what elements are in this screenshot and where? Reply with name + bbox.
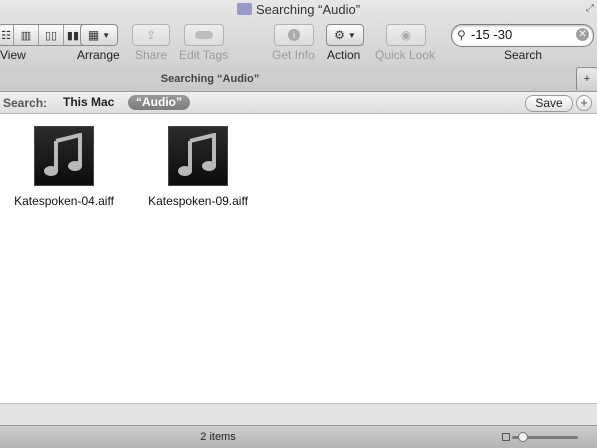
search-scope-bar: Search: This Mac “Audio” Save + <box>0 92 597 114</box>
save-search-button[interactable]: Save <box>525 95 573 112</box>
new-tab-button[interactable]: + <box>576 67 597 90</box>
tab-title[interactable]: Searching “Audio” <box>0 73 420 85</box>
icon-size-slider[interactable] <box>512 432 578 442</box>
list-view-icon[interactable]: ▥ <box>14 25 39 45</box>
icon-size-slider-knob[interactable] <box>518 432 528 442</box>
search-field[interactable]: ⚲ ✕ <box>451 24 594 47</box>
music-note-icon <box>168 126 228 186</box>
share-button[interactable]: ⇪ <box>132 24 170 46</box>
clear-search-icon[interactable]: ✕ <box>576 28 589 41</box>
edit-tags-button[interactable] <box>184 24 224 46</box>
smart-folder-icon <box>236 3 252 15</box>
eye-icon: ◉ <box>400 28 412 42</box>
scope-audio-button[interactable]: “Audio” <box>128 95 190 110</box>
add-criteria-button[interactable]: + <box>576 95 592 111</box>
search-scope-label: Search: <box>3 96 48 110</box>
share-icon: ⇪ <box>145 28 157 42</box>
fullscreen-icon[interactable]: ⤢ <box>586 3 594 14</box>
gear-icon: ⚙ <box>334 28 345 42</box>
arrange-button[interactable]: ▦ ▼ <box>80 24 118 46</box>
view-label: View <box>0 48 26 62</box>
quick-look-label: Quick Look <box>375 48 436 62</box>
file-name: Katespoken-09.aiff <box>148 194 248 208</box>
info-icon: i <box>288 29 300 41</box>
small-icon-size-icon <box>502 433 510 441</box>
share-label: Share <box>135 48 168 62</box>
quick-look-button[interactable]: ◉ <box>386 24 426 46</box>
tag-icon <box>195 31 213 39</box>
action-label: Action <box>327 48 361 62</box>
view-segmented-control[interactable]: ☷ ▥ ▯▯ ▮▮▮ <box>0 24 89 46</box>
edit-tags-label: Edit Tags <box>179 48 229 62</box>
music-note-icon <box>34 126 94 186</box>
icon-view-icon[interactable]: ☷ <box>0 25 14 45</box>
file-name: Katespoken-04.aiff <box>14 194 114 208</box>
path-bar <box>0 403 597 426</box>
search-icon: ⚲ <box>457 28 466 42</box>
scope-this-mac-button[interactable]: This Mac <box>63 95 114 109</box>
search-label: Search <box>504 48 543 62</box>
finder-toolbar: Searching “Audio” ⤢ ☷ ▥ ▯▯ ▮▮▮ View ▦ ▼ A… <box>0 0 597 92</box>
item-count: 2 items <box>200 431 236 443</box>
status-bar: 2 items <box>0 425 597 448</box>
action-button[interactable]: ⚙ ▼ <box>326 24 364 46</box>
search-input[interactable] <box>471 26 571 43</box>
chevron-down-icon: ▼ <box>347 30 356 40</box>
arrange-label: Arrange <box>77 48 120 62</box>
arrange-grid-icon: ▦ <box>87 28 100 42</box>
get-info-label: Get Info <box>272 48 315 62</box>
get-info-button[interactable]: i <box>274 24 314 46</box>
chevron-down-icon: ▼ <box>102 30 111 40</box>
column-view-icon[interactable]: ▯▯ <box>39 25 64 45</box>
window-title: Searching “Audio” <box>0 2 597 17</box>
